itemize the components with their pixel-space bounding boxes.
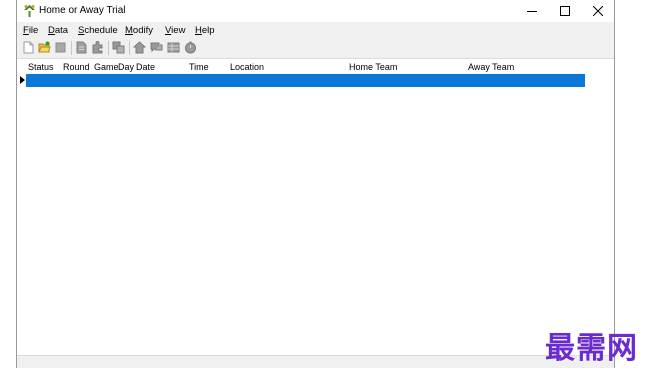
grid-icon[interactable] (167, 41, 180, 54)
column-header-round[interactable]: Round (63, 62, 90, 72)
menu-help[interactable]: Help (195, 25, 215, 36)
maximize-button[interactable] (548, 0, 582, 22)
column-header-date[interactable]: Date (136, 62, 155, 72)
chat-icon[interactable] (150, 41, 163, 54)
close-button[interactable] (581, 0, 615, 22)
home-icon[interactable] (133, 41, 146, 54)
maximize-icon (560, 6, 570, 16)
document-icon[interactable] (75, 41, 88, 54)
clock-icon[interactable] (184, 41, 197, 54)
table-row[interactable] (26, 74, 585, 87)
column-header-home-team[interactable]: Home Team (349, 62, 397, 72)
menu-view[interactable]: View (165, 25, 185, 36)
window-title: Home or Away Trial (39, 5, 126, 16)
puzzle-icon[interactable] (91, 41, 104, 54)
menu-data[interactable]: Data (48, 25, 68, 36)
toolbar-separator (71, 41, 72, 55)
menu-schedule[interactable]: Schedule (78, 25, 118, 36)
menu-file[interactable]: File (23, 25, 38, 36)
column-header-time[interactable]: Time (189, 62, 209, 72)
app-window: Home or Away Trial File Data Schedule Mo… (16, 0, 615, 368)
current-row-indicator (20, 76, 25, 84)
minimize-button[interactable] (515, 0, 549, 22)
app-icon (24, 5, 35, 17)
menu-modify[interactable]: Modify (125, 25, 153, 36)
toolbar-separator (129, 41, 130, 55)
column-header-location[interactable]: Location (230, 62, 264, 72)
column-header-status[interactable]: Status (28, 62, 54, 72)
minimize-icon (527, 11, 537, 12)
new-file-icon[interactable] (22, 41, 35, 54)
schedule-grid[interactable]: Status Round Game Day Date Time Location… (17, 59, 614, 355)
stop-icon[interactable] (54, 41, 67, 54)
watermark-logo: 最需网 (545, 331, 638, 366)
column-header-day[interactable]: Day (118, 62, 134, 72)
toolbar (17, 38, 614, 59)
open-folder-icon[interactable] (38, 41, 51, 54)
menu-bar: File Data Schedule Modify View Help (17, 22, 614, 38)
toolbar-separator (108, 41, 109, 55)
column-header-game[interactable]: Game (94, 62, 119, 72)
column-header-away-team[interactable]: Away Team (468, 62, 514, 72)
status-bar (17, 355, 614, 368)
copy-icon[interactable] (112, 41, 125, 54)
close-icon (593, 6, 603, 16)
title-bar: Home or Away Trial (17, 0, 614, 22)
